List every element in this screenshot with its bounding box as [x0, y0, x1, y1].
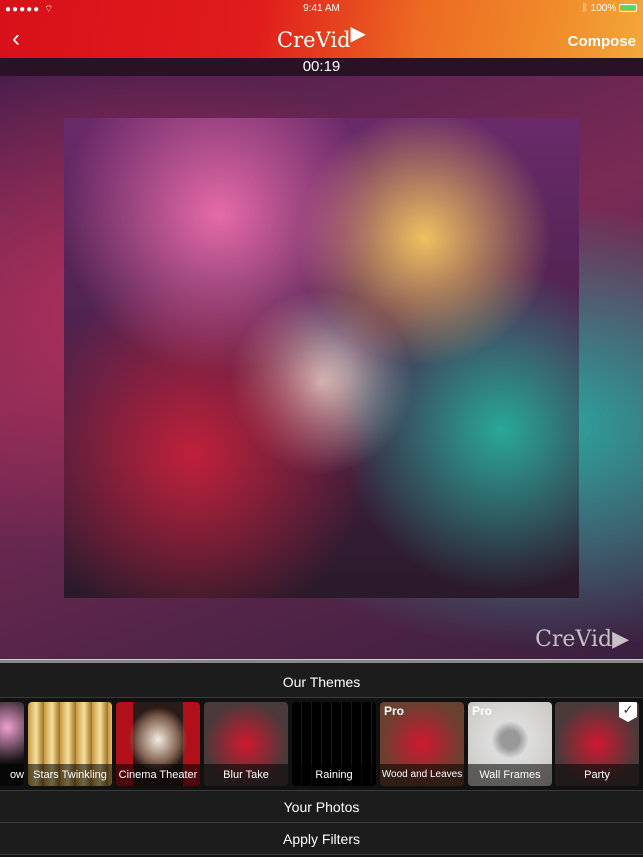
theme-label: Party	[555, 764, 639, 786]
our-themes-header: Our Themes	[0, 663, 643, 698]
theme-party[interactable]: ✓ Party	[555, 702, 639, 786]
video-preview[interactable]: CreVid▶	[0, 76, 643, 660]
theme-label: Raining	[292, 764, 376, 786]
theme-blur-take[interactable]: Blur Take	[204, 702, 288, 786]
theme-wall-frames[interactable]: Pro Wall Frames	[468, 702, 552, 786]
battery-indicator: ᛒ 100%	[582, 3, 637, 14]
bluetooth-icon: ᛒ	[581, 3, 588, 14]
status-bar: ●●●●● ⌔ 9:41 AM ᛒ 100%	[0, 0, 643, 18]
theme-label: ow	[0, 764, 24, 786]
pro-badge: Pro	[384, 704, 405, 718]
theme-label: Wood and Leaves	[380, 764, 464, 786]
theme-label: Stars Twinkling	[28, 764, 112, 786]
app-title: CreVid▶	[277, 21, 366, 52]
theme-label: Blur Take	[204, 764, 288, 786]
theme-label: Wall Frames	[468, 764, 552, 786]
playback-timestamp: 00:19	[0, 58, 643, 76]
theme-raining[interactable]: Raining	[292, 702, 376, 786]
pro-badge: Pro	[472, 704, 493, 718]
status-time: 9:41 AM	[303, 3, 340, 14]
theme-stars-twinkling[interactable]: Stars Twinkling	[28, 702, 112, 786]
theme-rainbow[interactable]: ow	[0, 702, 24, 786]
theme-cinema-theater[interactable]: Cinema Theater	[116, 702, 200, 786]
theme-wood-and-leaves[interactable]: Pro Wood and Leaves	[380, 702, 464, 786]
header: ●●●●● ⌔ 9:41 AM ᛒ 100% ‹ CreVid▶ Compose	[0, 0, 643, 58]
theme-label: Cinema Theater	[116, 764, 200, 786]
party-photo	[64, 118, 579, 598]
compose-button[interactable]: Compose	[568, 33, 636, 50]
checkmark-icon: ✓	[619, 702, 637, 722]
your-photos-button[interactable]: Your Photos	[0, 790, 643, 823]
battery-icon	[619, 4, 637, 13]
play-logo-icon: ▶	[350, 21, 366, 45]
themes-carousel[interactable]: ow Stars Twinkling Cinema Theater Blur T…	[0, 698, 643, 790]
watermark: CreVid▶	[535, 627, 629, 652]
apply-filters-button[interactable]: Apply Filters	[0, 823, 643, 855]
